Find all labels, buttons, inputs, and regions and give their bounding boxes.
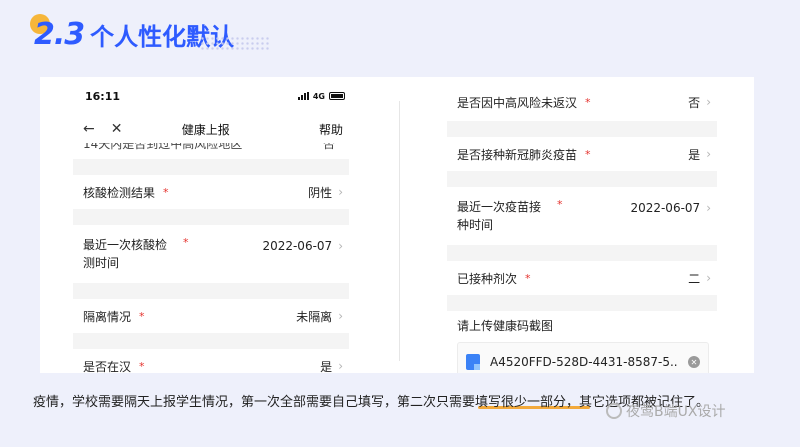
form-row-value: 否: [322, 143, 335, 151]
form-row-label-wrap: 最近一次疫苗接种时间 *: [457, 198, 563, 234]
form-row-label-wrap: 最近一次核酸检测时间 *: [83, 236, 189, 272]
required-marker: *: [585, 147, 591, 161]
required-marker: *: [557, 198, 563, 211]
form-row-label: 是否在汉: [83, 359, 132, 374]
column-divider: [399, 101, 400, 361]
required-marker: *: [183, 236, 189, 249]
form-row-in-wuhan[interactable]: 是否在汉 * 是 ›: [73, 349, 349, 373]
row-separator: [447, 245, 717, 261]
chevron-right-icon: ›: [338, 359, 343, 373]
form-row-quarantine[interactable]: 隔离情况 * 未隔离 ›: [73, 299, 349, 333]
remove-file-icon[interactable]: ✕: [688, 356, 700, 368]
form-row-label-wrap: 已接种剂次 *: [457, 270, 531, 287]
help-button[interactable]: 帮助: [319, 121, 343, 138]
chevron-right-icon: ›: [706, 271, 711, 285]
watermark-text: 夜莺B端UX设计: [626, 404, 726, 420]
form-row-doses[interactable]: 已接种剂次 * 二 ›: [447, 261, 717, 295]
form-row-vaccinated[interactable]: 是否接种新冠肺炎疫苗 * 是 ›: [447, 137, 717, 171]
required-marker: *: [525, 271, 531, 285]
row-separator: [447, 295, 717, 311]
required-marker: *: [139, 359, 145, 373]
file-name: A4520FFD-528D-4431-8587-5...: [490, 355, 678, 369]
required-marker: *: [585, 95, 591, 109]
form-row-value: 未隔离: [296, 309, 333, 324]
status-time: 16:11: [85, 89, 121, 103]
form-row-label-wrap: 是否在汉 *: [83, 358, 145, 374]
phone-screen-right: 是否因中高风险未返汉 * 否 › 是否接种新冠肺炎疫苗 * 是 › 最近一次疫苗…: [447, 77, 717, 373]
form-row-value: 二: [688, 271, 701, 286]
form-row-value-wrap: 是 ›: [320, 358, 343, 374]
status-indicators: 4G: [297, 91, 345, 101]
form-row-clipped[interactable]: 14天内是否到过中高风险地区 否: [73, 143, 349, 159]
chevron-right-icon: ›: [338, 185, 343, 199]
form-row-value: 2022-06-07: [630, 201, 701, 215]
form-row-value: 否: [688, 95, 701, 110]
form-row-label: 14天内是否到过中高风险地区: [83, 143, 243, 151]
screenshot-panel: 16:11 4G ← ✕ 健康上报 帮助 14天内是否到过中高风险地区 否 核酸…: [40, 77, 754, 373]
form-row-not-returned[interactable]: 是否因中高风险未返汉 * 否 ›: [447, 83, 717, 121]
form-row-label: 是否接种新冠肺炎疫苗: [457, 147, 578, 162]
form-row-value-wrap: 否 ›: [688, 94, 711, 111]
form-row-label: 隔离情况: [83, 309, 132, 324]
status-bar: 16:11 4G: [73, 77, 349, 115]
arrow-left-icon[interactable]: ←: [83, 121, 95, 137]
form-row-label-wrap: 核酸检测结果 *: [83, 184, 169, 201]
wechat-logo-icon: [606, 403, 622, 419]
row-separator: [73, 159, 349, 175]
form-row-vaccine-time[interactable]: 最近一次疫苗接种时间 * 2022-06-07 ›: [447, 187, 717, 245]
section-number: 2.3: [34, 16, 85, 52]
chevron-right-icon: ›: [338, 309, 343, 323]
form-row-label: 已接种剂次: [457, 271, 518, 286]
form-row-value-wrap: 阴性 ›: [308, 184, 343, 201]
form-row-label-wrap: 是否接种新冠肺炎疫苗 *: [457, 146, 591, 163]
form-row-label-wrap: 是否因中高风险未返汉 *: [457, 94, 591, 111]
uploaded-file[interactable]: A4520FFD-528D-4431-8587-5... ✕: [457, 342, 709, 373]
row-separator: [447, 121, 717, 137]
form-row-label: 是否因中高风险未返汉: [457, 95, 578, 110]
required-marker: *: [163, 185, 169, 199]
signal-icon: [297, 92, 309, 100]
nav-title: 健康上报: [181, 122, 230, 137]
form-row-label: 最近一次核酸检测时间: [83, 238, 168, 270]
close-icon[interactable]: ✕: [111, 121, 123, 137]
form-row-value-wrap: 未隔离 ›: [296, 308, 343, 325]
nav-bar: ← ✕ 健康上报 帮助: [73, 115, 349, 143]
form-row-label-wrap: 隔离情况 *: [83, 308, 145, 325]
phone-screen-left: 16:11 4G ← ✕ 健康上报 帮助 14天内是否到过中高风险地区 否 核酸…: [73, 77, 349, 373]
form-row-label: 核酸检测结果: [83, 185, 156, 200]
row-separator: [73, 333, 349, 349]
upload-label: 请上传健康码截图: [457, 319, 554, 333]
row-separator: [73, 209, 349, 225]
network-type: 4G: [312, 91, 325, 101]
form-row-value-wrap: 2022-06-07 ›: [630, 201, 711, 215]
required-marker: *: [139, 309, 145, 323]
form-row-nucleic-result[interactable]: 核酸检测结果 * 阴性 ›: [73, 175, 349, 209]
form-row-value: 阴性: [308, 185, 333, 200]
form-row-value-wrap: 2022-06-07 ›: [262, 239, 343, 253]
chevron-right-icon: ›: [706, 201, 711, 215]
chevron-right-icon: ›: [338, 239, 343, 253]
watermark: 夜莺B端UX设计: [606, 401, 725, 421]
dot-pattern-decoration: [200, 36, 270, 50]
chevron-right-icon: ›: [706, 147, 711, 161]
row-separator: [447, 171, 717, 187]
image-file-icon: [466, 354, 480, 370]
form-row-nucleic-time[interactable]: 最近一次核酸检测时间 * 2022-06-07 ›: [73, 225, 349, 283]
chevron-right-icon: ›: [706, 95, 711, 109]
form-row-value: 2022-06-07: [262, 239, 333, 253]
row-separator: [73, 283, 349, 299]
nav-left-actions: ← ✕: [83, 121, 122, 137]
form-row-value-wrap: 二 ›: [688, 270, 711, 287]
form-row-label: 最近一次疫苗接种时间: [457, 200, 542, 232]
form-row-value-wrap: 是 ›: [688, 146, 711, 163]
form-row-value: 是: [688, 147, 701, 162]
form-row-value: 是: [320, 359, 333, 374]
battery-icon: [329, 92, 345, 100]
